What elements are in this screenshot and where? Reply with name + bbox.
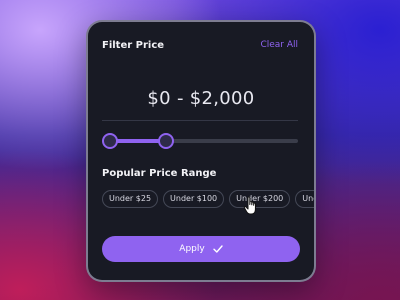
chip-under-more[interactable]: Under xyxy=(295,190,314,208)
chip-under-100[interactable]: Under $100 xyxy=(163,190,225,208)
popular-range-heading: Popular Price Range xyxy=(102,168,217,179)
price-range-display: $0 - $2,000 xyxy=(147,88,255,109)
filter-price-card: Filter Price Clear All $0 - $2,000 Popul… xyxy=(86,20,316,282)
filter-title: Filter Price xyxy=(102,40,165,51)
check-icon xyxy=(213,245,223,253)
apply-button[interactable]: Apply xyxy=(102,236,300,262)
hand-pointer-icon xyxy=(243,196,256,215)
chip-under-25[interactable]: Under $25 xyxy=(102,190,159,208)
apply-label: Apply xyxy=(179,244,205,254)
divider xyxy=(102,120,298,121)
price-slider-max-handle[interactable] xyxy=(158,133,175,149)
popular-range-chips: Under $25Under $100Under $200Under xyxy=(102,190,314,212)
chip-under-200[interactable]: Under $200 xyxy=(229,190,291,208)
clear-all-link[interactable]: Clear All xyxy=(260,40,298,50)
price-slider-min-handle[interactable] xyxy=(102,133,118,149)
